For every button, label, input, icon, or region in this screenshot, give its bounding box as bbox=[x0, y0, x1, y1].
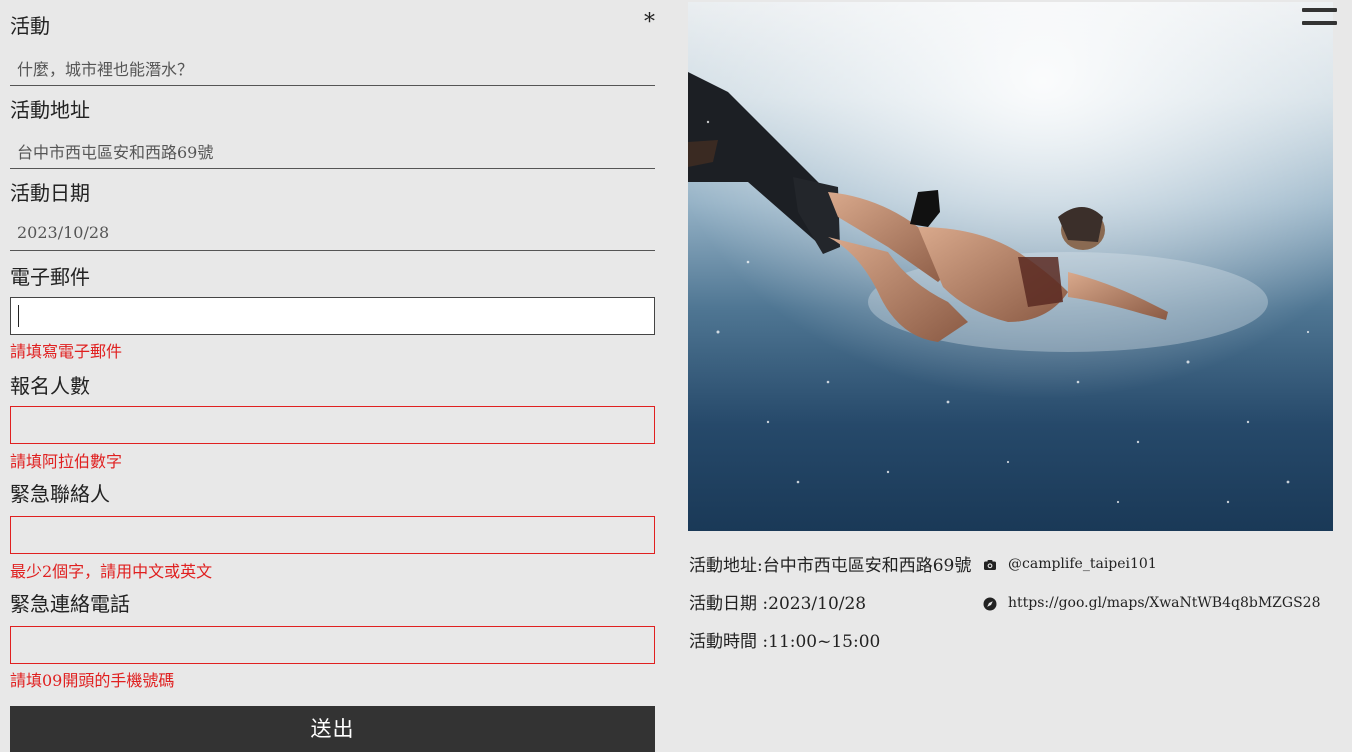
event-label: 活動 bbox=[10, 14, 50, 38]
info-time: 活動時間 :11:00~15:00 bbox=[689, 632, 881, 652]
emergency-contact-error: 最少2個字，請用中文或英文 bbox=[10, 562, 213, 581]
date-value: 2023/10/28 bbox=[17, 223, 110, 242]
attendees-field[interactable] bbox=[10, 406, 655, 444]
emergency-phone-label: 緊急連絡電話 bbox=[10, 592, 130, 616]
address-value: 台中市西屯區安和西路69號 bbox=[17, 143, 214, 162]
info-date: 活動日期 :2023/10/28 bbox=[689, 594, 867, 614]
info-address: 活動地址:台中市西屯區安和西路69號 bbox=[689, 556, 972, 576]
attendees-error: 請填阿拉伯數字 bbox=[10, 452, 123, 471]
map-url: https://goo.gl/maps/XwaNtWB4q8bMZGS28 bbox=[1008, 595, 1321, 611]
emergency-phone-error: 請填09開頭的手機號碼 bbox=[10, 671, 175, 690]
event-photo bbox=[688, 2, 1333, 531]
email-field[interactable] bbox=[10, 297, 655, 335]
event-underline bbox=[10, 85, 655, 86]
date-label: 活動日期 bbox=[10, 181, 90, 205]
email-error: 請填寫電子郵件 bbox=[10, 342, 123, 361]
text-caret bbox=[18, 305, 19, 327]
instagram-handle: @camplife_taipei101 bbox=[1008, 556, 1157, 572]
camera-icon bbox=[984, 560, 996, 570]
required-mark: * bbox=[644, 10, 655, 35]
attendees-label: 報名人數 bbox=[10, 374, 90, 398]
compass-icon bbox=[983, 597, 997, 611]
hamburger-menu-icon[interactable] bbox=[1302, 8, 1337, 28]
address-underline bbox=[10, 168, 655, 169]
date-underline bbox=[10, 250, 655, 251]
email-label: 電子郵件 bbox=[10, 265, 90, 289]
diver-illustration bbox=[688, 2, 1333, 531]
emergency-phone-field[interactable] bbox=[10, 626, 655, 664]
address-label: 活動地址 bbox=[10, 98, 90, 122]
event-value: 什麼，城市裡也能潛水？ bbox=[17, 60, 194, 79]
submit-button[interactable]: 送出 bbox=[10, 706, 655, 752]
emergency-contact-label: 緊急聯絡人 bbox=[10, 482, 110, 506]
menu-bar-bottom bbox=[1302, 21, 1337, 25]
menu-bar-top bbox=[1302, 8, 1337, 12]
emergency-contact-field[interactable] bbox=[10, 516, 655, 554]
